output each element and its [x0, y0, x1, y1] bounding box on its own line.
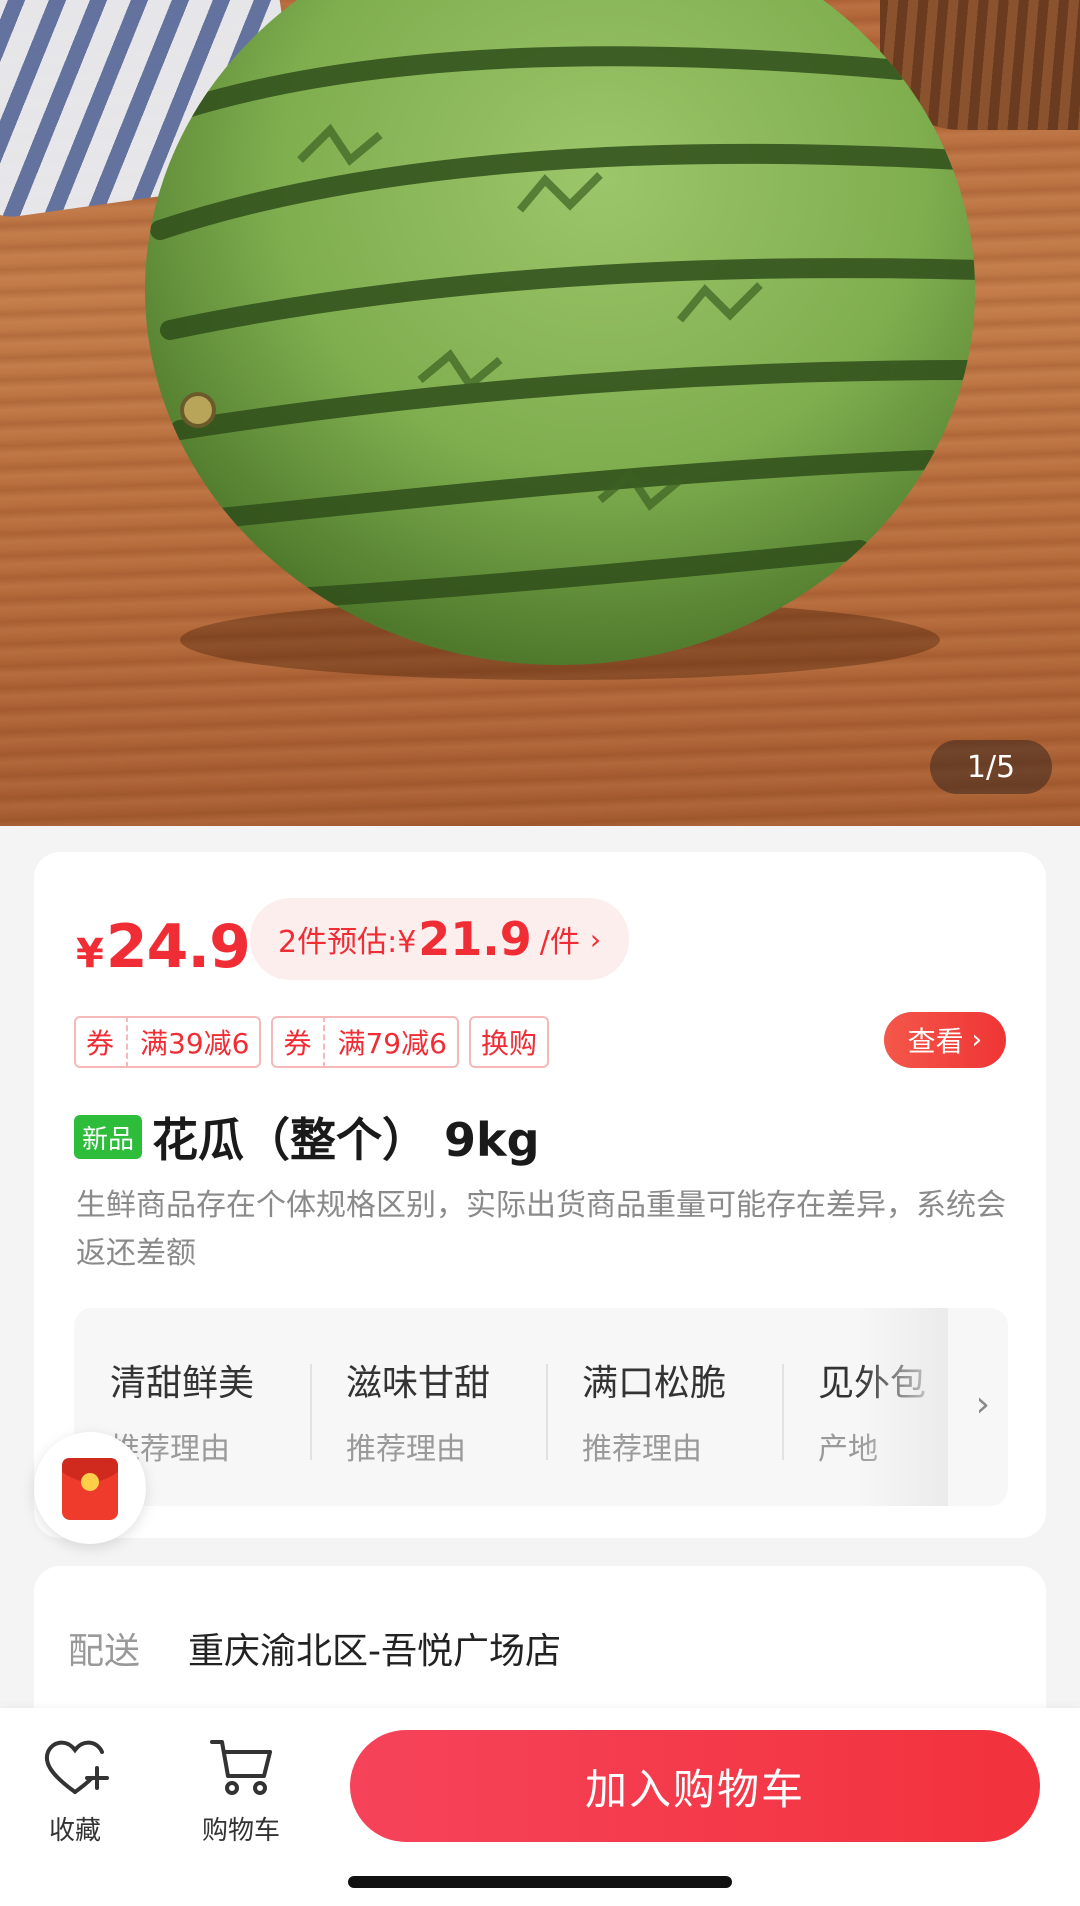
- bulk-estimate-pill[interactable]: 2件预估:¥ 21.9 /件 ›: [250, 898, 630, 980]
- add-to-cart-button[interactable]: 加入购物车: [350, 1730, 1040, 1842]
- divider: [310, 1364, 312, 1460]
- cart-label: 购物车: [201, 1816, 280, 1846]
- view-coupons-button[interactable]: 查看 ›: [883, 1012, 1006, 1068]
- watermelon-image: [145, 0, 975, 680]
- estimate-prefix: 2件预估:¥: [278, 925, 417, 960]
- recommend-reasons-strip[interactable]: 清甜鲜美 推荐理由 滋味甘甜 推荐理由 满口松脆 推荐理由 见外包 产地 ›: [74, 1308, 1008, 1506]
- chevron-right-icon: ›: [971, 1025, 982, 1055]
- product-description: 生鲜商品存在个体规格区别，实际出货商品重量可能存在差异，系统会返还差额: [76, 1188, 1006, 1271]
- divider: [546, 1364, 548, 1460]
- scroll-fade: [858, 1308, 948, 1506]
- price-currency: ¥: [76, 931, 104, 977]
- coupon-label: 券: [86, 1016, 129, 1068]
- coupon-tag-2[interactable]: 券 满79减6: [271, 1016, 459, 1068]
- exchange-text: 换购: [480, 1027, 537, 1060]
- chevron-right-icon: ›: [589, 922, 602, 956]
- red-packet-icon: [62, 1458, 118, 1520]
- cart-icon: [210, 1740, 272, 1795]
- coupon-tag-1[interactable]: 券 满39减6: [74, 1016, 262, 1068]
- delivery-store: 重庆渝北区-吾悦广场店: [188, 1631, 561, 1672]
- price: ¥ 24.9: [76, 912, 251, 982]
- estimate-value: 21.9: [418, 912, 532, 966]
- cart-button[interactable]: 购物车: [176, 1736, 306, 1847]
- delivery-card[interactable]: 配送 重庆渝北区-吾悦广场店: [34, 1566, 1046, 1726]
- bottom-action-bar: 收藏 购物车 加入购物车: [0, 1708, 1080, 1906]
- home-indicator: [348, 1876, 732, 1888]
- divider: [782, 1364, 784, 1460]
- favorite-label: 收藏: [48, 1816, 101, 1846]
- product-image-gallery[interactable]: 1/5: [0, 0, 1080, 826]
- new-badge: 新品: [74, 1115, 143, 1159]
- delivery-label: 配送: [68, 1631, 141, 1672]
- exchange-tag[interactable]: 换购: [468, 1016, 549, 1068]
- gallery-page-indicator: 1/5: [930, 740, 1052, 794]
- product-title-row: 新品 花瓜（整个） 9kg: [74, 1104, 540, 1170]
- coupon-label: 券: [283, 1016, 326, 1068]
- favorite-button[interactable]: 收藏: [10, 1736, 140, 1847]
- view-button-label: 查看: [907, 1025, 964, 1058]
- coupon-text: 满79减6: [337, 1027, 447, 1060]
- product-info-card: ¥ 24.9 2件预估:¥ 21.9 /件 › 券 满39减6 券 满79减6 …: [34, 852, 1046, 1538]
- chevron-right-icon[interactable]: ›: [976, 1384, 990, 1425]
- estimate-suffix: /件: [539, 925, 580, 960]
- heart-plus-icon: [44, 1740, 109, 1794]
- coupon-text: 满39减6: [140, 1027, 250, 1060]
- red-packet-button[interactable]: [34, 1432, 146, 1544]
- promo-tags: 券 满39减6 券 满79减6 换购: [74, 1016, 549, 1068]
- price-value: 24.9: [105, 912, 251, 982]
- product-title: 花瓜（整个） 9kg: [152, 1113, 540, 1167]
